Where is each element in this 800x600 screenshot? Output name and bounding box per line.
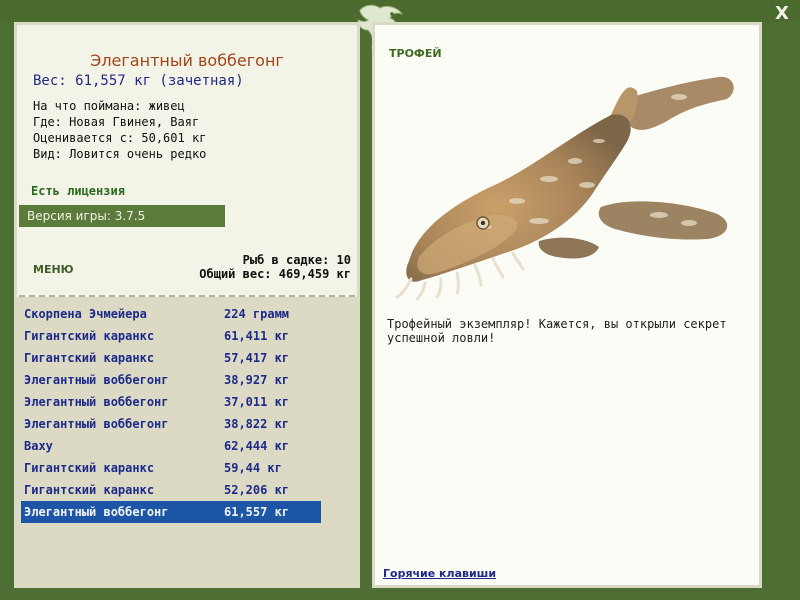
- catch-name: Элегантный воббегонг: [24, 505, 169, 519]
- catch-name: Элегантный воббегонг: [24, 373, 169, 387]
- list-item[interactable]: Элегантный воббегонг 38,822 кг: [21, 413, 321, 435]
- catch-weight: 59,44 кг: [224, 461, 282, 475]
- catch-weight: 57,417 кг: [224, 351, 290, 365]
- version-bar: Версия игры: 3.7.5: [19, 205, 225, 227]
- keepnet-count: Рыб в садке: 10: [242, 253, 351, 267]
- catch-weight: 62,444 кг: [224, 439, 290, 453]
- fish-details: На что поймана: живец Где: Новая Гвинея,…: [33, 98, 206, 162]
- wobbegong-image: [395, 76, 734, 301]
- list-item[interactable]: Гигантский каранкс 57,417 кг: [21, 347, 321, 369]
- list-item[interactable]: Гигантский каранкс 59,44 кг: [21, 457, 321, 479]
- catch-list-area: Скорпена Эчмейера 224 грамм Гигантский ка…: [17, 297, 357, 585]
- list-item[interactable]: Ваху 62,444 кг: [21, 435, 321, 457]
- catch-weight: 61,411 кг: [224, 329, 290, 343]
- close-button[interactable]: X: [772, 4, 792, 24]
- trophy-panel: ТРОФЕЙ Трофейный экземпляр! Кажется, вы …: [372, 22, 762, 588]
- bait-line: На что поймана: живец: [33, 99, 185, 113]
- hotkeys-link[interactable]: Горячие клавиши: [383, 567, 496, 580]
- catch-name: Гигантский каранкс: [24, 351, 155, 365]
- catch-name: Скорпена Эчмейера: [24, 307, 147, 321]
- rated-line: Оценивается с: 50,601 кг: [33, 131, 207, 145]
- list-item[interactable]: Гигантский каранкс 61,411 кг: [21, 325, 321, 347]
- list-item[interactable]: Гигантский каранкс 52,206 кг: [21, 479, 321, 501]
- catch-name: Элегантный воббегонг: [24, 417, 169, 431]
- catch-weight: 38,927 кг: [224, 373, 290, 387]
- location-line: Где: Новая Гвинея, Ваяг: [33, 115, 200, 129]
- catch-list: Скорпена Эчмейера 224 грамм Гигантский ка…: [21, 303, 321, 523]
- catch-weight: 37,011 кг: [224, 395, 290, 409]
- list-item-selected[interactable]: Элегантный воббегонг 61,557 кг: [21, 501, 321, 523]
- species-line: Вид: Ловится очень редко: [33, 147, 207, 161]
- keepnet-summary: Рыб в садке: 10 Общий вес: 469,459 кг: [199, 253, 351, 281]
- catch-name: Гигантский каранкс: [24, 483, 155, 497]
- catch-weight: 38,822 кг: [224, 417, 290, 431]
- catch-name: Ваху: [24, 439, 53, 453]
- catch-weight: 52,206 кг: [224, 483, 290, 497]
- fish-weight: Вес: 61,557 кг (зачетная): [33, 73, 244, 89]
- list-item[interactable]: Элегантный воббегонг 37,011 кг: [21, 391, 321, 413]
- catch-weight: 224 грамм: [224, 307, 290, 321]
- keepnet-total-weight: Общий вес: 469,459 кг: [199, 267, 351, 281]
- menu-button[interactable]: МЕНЮ: [33, 263, 74, 276]
- list-item[interactable]: Элегантный воббегонг 38,927 кг: [21, 369, 321, 391]
- list-item[interactable]: Скорпена Эчмейера 224 грамм: [21, 303, 321, 325]
- catch-name: Элегантный воббегонг: [24, 395, 169, 409]
- catch-info-panel: Элегантный воббегонг Вес: 61,557 кг (зач…: [14, 22, 360, 588]
- license-status: Есть лицензия: [31, 184, 125, 198]
- catch-weight: 61,557 кг: [224, 505, 290, 519]
- catch-name: Гигантский каранкс: [24, 329, 155, 343]
- catch-name: Гигантский каранкс: [24, 461, 155, 475]
- trophy-description: Трофейный экземпляр! Кажется, вы открыли…: [387, 317, 727, 345]
- fish-name-title: Элегантный воббегонг: [90, 51, 284, 70]
